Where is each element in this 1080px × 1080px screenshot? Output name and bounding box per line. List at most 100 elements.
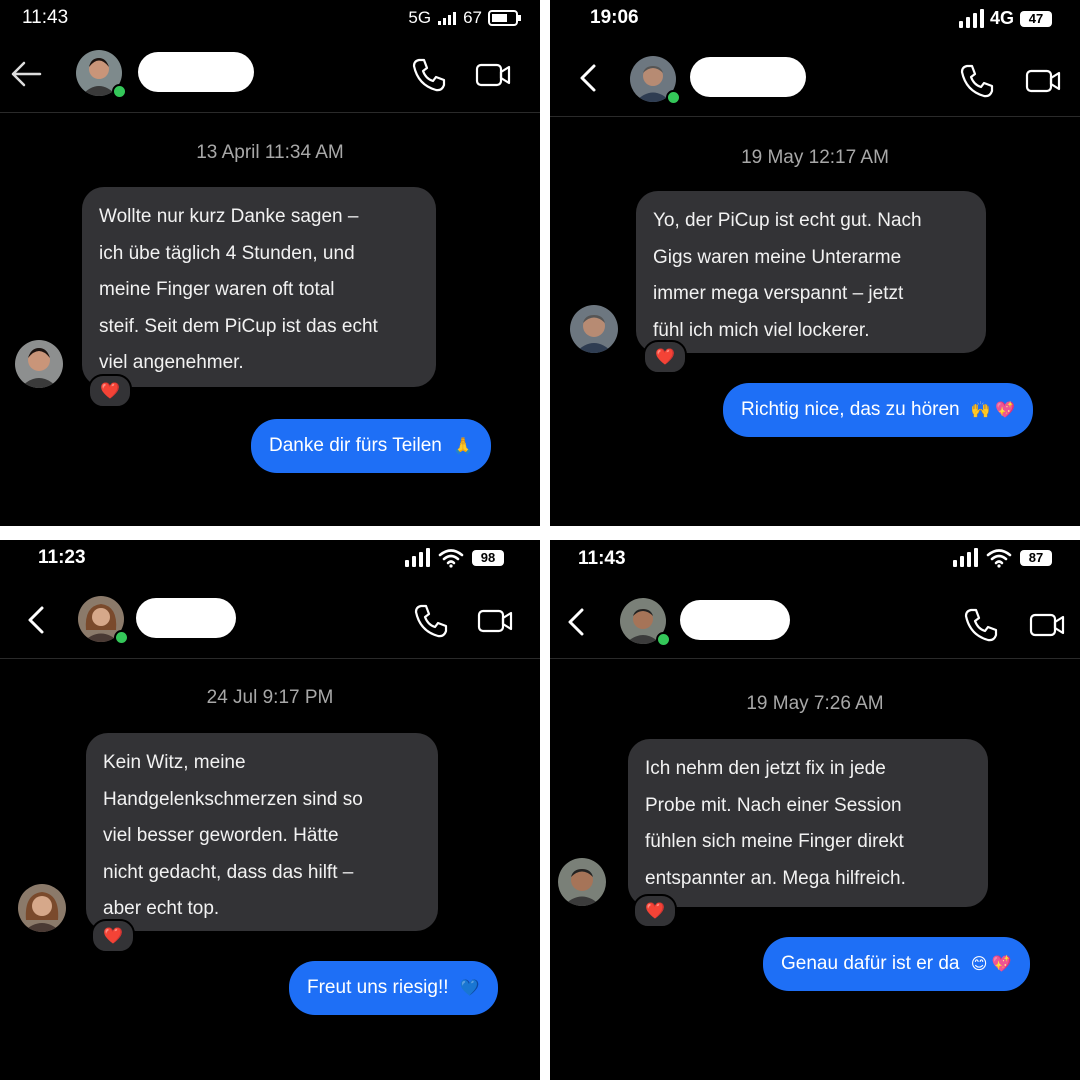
outgoing-text: Richtig nice, das zu hören xyxy=(741,399,960,420)
wifi-icon xyxy=(986,549,1012,568)
status-icons: 98 xyxy=(404,548,504,568)
video-call-icon[interactable] xyxy=(1028,606,1066,644)
message-line: fühlen sich meine Finger direkt xyxy=(645,831,904,852)
message-line: immer mega verspannt – jetzt xyxy=(653,283,904,304)
chat-header xyxy=(0,36,540,113)
phone-call-icon[interactable] xyxy=(410,56,448,94)
battery-indicator: 47 xyxy=(1020,10,1052,27)
online-indicator xyxy=(656,632,671,647)
back-chevron-icon[interactable] xyxy=(20,602,56,638)
message-line: Yo, der PiCup ist echt gut. Nach xyxy=(653,210,922,231)
message-line: nicht gedacht, dass das hilft – xyxy=(103,861,354,883)
clock: 11:43 xyxy=(22,7,69,28)
message-line: fühl ich mich viel lockerer. xyxy=(653,319,870,341)
phone-call-icon[interactable] xyxy=(958,62,996,100)
message-line: meine Finger waren oft total xyxy=(99,279,335,300)
clock: 11:43 xyxy=(578,548,626,569)
message-line: entspannter an. Mega hilfreich. xyxy=(645,867,906,889)
heart-reaction[interactable]: ❤️ xyxy=(88,374,132,408)
message-line: viel besser geworden. Hätte xyxy=(103,825,339,846)
signal-icon xyxy=(953,548,978,567)
incoming-message-bubble[interactable]: Ich nehm den jetzt fix in jede Probe mit… xyxy=(628,739,988,907)
message-line: viel angenehmer. xyxy=(99,352,244,373)
message-timestamp: 19 May 7:26 AM xyxy=(746,693,884,714)
outgoing-message-bubble[interactable]: Richtig nice, das zu hören 🙌 💖 xyxy=(723,383,1034,437)
outgoing-text: Freut uns riesig!! xyxy=(307,977,449,998)
smile-heart-icons: 😊 💖 xyxy=(970,956,1012,973)
message-line: Wollte nur kurz Danke sagen – xyxy=(99,206,359,227)
message-line: Kein Witz, meine xyxy=(103,752,246,773)
video-call-icon[interactable] xyxy=(474,56,512,94)
heart-icon: ❤️ xyxy=(103,928,123,945)
incoming-message-bubble[interactable]: Kein Witz, meine Handgelenkschmerzen sin… xyxy=(86,733,438,931)
message-timestamp: 13 April 11:34 AM xyxy=(196,142,344,163)
message-line: aber echt top. xyxy=(103,898,220,919)
contact-name-redacted xyxy=(690,57,806,97)
online-indicator xyxy=(112,84,127,99)
battery-percent: 67 xyxy=(463,8,482,27)
heart-reaction[interactable]: ❤️ xyxy=(91,919,135,953)
clock: 19:06 xyxy=(590,7,639,28)
clock: 11:23 xyxy=(38,547,86,568)
outgoing-message-bubble[interactable]: Danke dir fürs Teilen 🙏 xyxy=(251,419,492,473)
back-arrow-icon[interactable] xyxy=(8,56,44,92)
heart-icon: ❤️ xyxy=(100,383,120,400)
chat-screen-2: 19:06 4G 47 19 May 12:17 AM Yo, der PiCu… xyxy=(550,0,1080,526)
blue-heart-icon: 💙 xyxy=(459,980,480,997)
outgoing-text: Genau dafür ist er da xyxy=(781,953,960,974)
chat-header xyxy=(550,582,1080,659)
wifi-icon xyxy=(438,549,464,568)
sender-avatar[interactable] xyxy=(18,884,66,932)
status-bar: 11:23 98 xyxy=(0,540,540,576)
online-indicator xyxy=(114,630,129,645)
signal-icon xyxy=(438,12,457,25)
battery-icon xyxy=(488,10,521,26)
message-timestamp: 19 May 12:17 AM xyxy=(741,147,889,168)
message-timestamp: 24 Jul 9:17 PM xyxy=(206,687,334,708)
phone-call-icon[interactable] xyxy=(962,606,1000,644)
chat-header xyxy=(0,582,540,659)
status-icons: 87 xyxy=(952,548,1052,568)
chat-screen-1: 11:43 5G 67 13 April 11:34 AM Wollte nur… xyxy=(0,0,540,526)
incoming-message-bubble[interactable]: Yo, der PiCup ist echt gut. Nach Gigs wa… xyxy=(636,191,986,353)
chat-screen-3: 11:23 98 24 Jul 9:17 PM Kein Witz, meine… xyxy=(0,540,540,1080)
back-chevron-icon[interactable] xyxy=(572,60,608,96)
network-label: 4G xyxy=(989,8,1014,28)
battery-indicator: 87 xyxy=(1020,550,1052,566)
message-line: Gigs waren meine Unterarme xyxy=(653,246,902,268)
video-call-icon[interactable] xyxy=(476,602,514,640)
heart-reaction[interactable]: ❤️ xyxy=(643,340,687,374)
praying-hands-icon: 🙏 xyxy=(453,438,474,455)
online-indicator xyxy=(666,90,681,105)
heart-icon: ❤️ xyxy=(655,349,675,366)
phone-call-icon[interactable] xyxy=(412,602,450,640)
contact-name-redacted xyxy=(680,600,790,640)
status-bar: 11:43 87 xyxy=(550,540,1080,576)
chat-screen-4: 11:43 87 19 May 7:26 AM Ich nehm den jet… xyxy=(550,540,1080,1080)
message-line: Ich nehm den jetzt fix in jede xyxy=(645,758,886,779)
chat-header xyxy=(550,40,1080,117)
video-call-icon[interactable] xyxy=(1024,62,1062,100)
status-icons: 4G 47 xyxy=(958,8,1052,29)
status-bar: 11:43 5G 67 xyxy=(0,0,540,36)
incoming-message-bubble[interactable]: Wollte nur kurz Danke sagen – ich übe tä… xyxy=(82,187,436,387)
sender-avatar[interactable] xyxy=(570,305,618,353)
message-line: steif. Seit dem PiCup ist das echt xyxy=(99,315,378,337)
outgoing-text: Danke dir fürs Teilen xyxy=(269,435,442,456)
raised-hands-heart-icons: 🙌 💖 xyxy=(970,402,1016,419)
sender-avatar[interactable] xyxy=(558,858,606,906)
contact-name-redacted xyxy=(138,52,254,92)
outgoing-message-bubble[interactable]: Genau dafür ist er da 😊 💖 xyxy=(763,937,1030,991)
signal-icon xyxy=(405,548,430,567)
battery-indicator: 98 xyxy=(472,550,504,566)
sender-avatar[interactable] xyxy=(15,340,63,388)
outgoing-message-bubble[interactable]: Freut uns riesig!! 💙 xyxy=(289,961,498,1015)
heart-reaction[interactable]: ❤️ xyxy=(633,894,677,928)
message-line: ich übe täglich 4 Stunden, und xyxy=(99,242,355,264)
heart-icon: ❤️ xyxy=(645,903,665,920)
message-line: Probe mit. Nach einer Session xyxy=(645,794,902,816)
network-label: 5G xyxy=(408,8,432,27)
back-chevron-icon[interactable] xyxy=(560,604,596,640)
contact-name-redacted xyxy=(136,598,236,638)
status-bar: 19:06 4G 47 xyxy=(550,0,1080,36)
